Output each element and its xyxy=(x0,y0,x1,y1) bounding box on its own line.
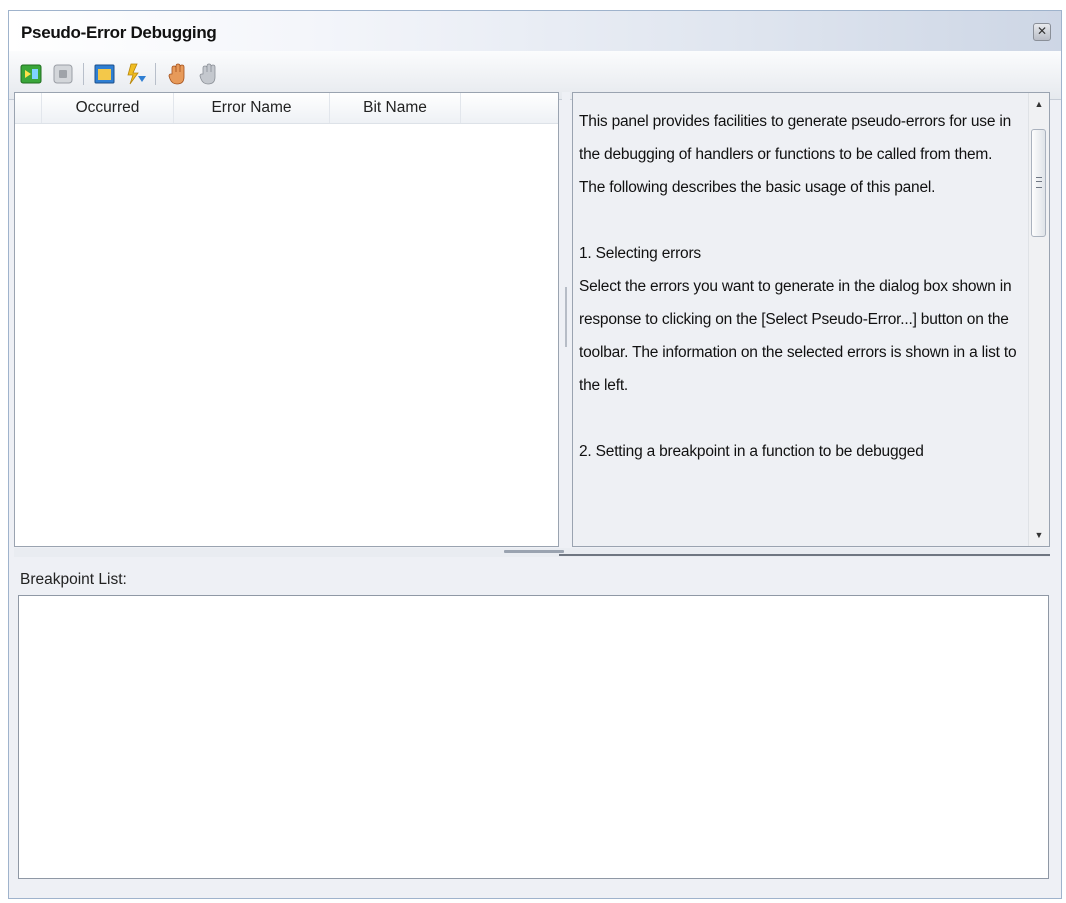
close-button[interactable]: ✕ xyxy=(1033,23,1051,41)
help-blank-line xyxy=(579,204,1025,237)
toolbar-separator-2 xyxy=(155,63,156,85)
scroll-down-icon[interactable]: ▼ xyxy=(1029,526,1049,544)
column-error-name[interactable]: Error Name xyxy=(174,93,330,123)
hand-stop-icon xyxy=(168,63,185,85)
column-error-name-label: Error Name xyxy=(211,99,292,116)
scroll-grip-icon xyxy=(1036,177,1042,188)
generate-error-button[interactable] xyxy=(124,62,148,86)
hand-release-button[interactable] xyxy=(197,62,221,86)
splitter-grip xyxy=(565,287,567,347)
help-paragraph: The following describes the basic usage … xyxy=(579,179,936,196)
toolbar-separator xyxy=(83,63,84,85)
help-text-pane[interactable]: This panel provides facilities to genera… xyxy=(572,92,1050,547)
help-scrollbar[interactable]: ▲ ▼ xyxy=(1028,93,1049,546)
stop-button[interactable] xyxy=(51,62,75,86)
hand-release-icon xyxy=(199,63,216,85)
scroll-thumb[interactable] xyxy=(1031,129,1046,237)
panel-title: Pseudo-Error Debugging xyxy=(21,23,217,42)
help-paragraph: 2. Setting a breakpoint in a function to… xyxy=(579,443,924,460)
row-indicator-column xyxy=(15,93,42,123)
horizontal-splitter[interactable] xyxy=(14,548,1050,557)
help-paragraph: Select the errors you want to generate i… xyxy=(579,278,1017,394)
title-bar: Pseudo-Error Debugging ✕ xyxy=(9,11,1061,51)
stop-icon xyxy=(53,64,73,84)
select-pseudo-error-icon xyxy=(94,64,115,84)
breakpoint-list-label: Breakpoint List: xyxy=(20,571,127,588)
select-pseudo-error-button[interactable] xyxy=(93,62,117,86)
error-list[interactable]: Occurred Error Name Bit Name xyxy=(14,92,559,547)
start-debugging-button[interactable] xyxy=(19,62,43,86)
breakpoint-list[interactable] xyxy=(18,595,1049,879)
column-occurred-label: Occurred xyxy=(75,99,140,116)
help-paragraph: 1. Selecting errors xyxy=(579,245,701,262)
help-paragraph: This panel provides facilities to genera… xyxy=(579,113,1012,163)
vertical-splitter[interactable] xyxy=(562,92,570,547)
scroll-up-icon[interactable]: ▲ xyxy=(1029,95,1049,113)
column-bit-name[interactable]: Bit Name xyxy=(330,93,461,123)
splitter-line xyxy=(559,554,1050,556)
column-occurred[interactable]: Occurred xyxy=(42,93,174,123)
error-list-header: Occurred Error Name Bit Name xyxy=(15,93,558,124)
help-blank-line xyxy=(579,402,1025,435)
help-text: This panel provides facilities to genera… xyxy=(579,105,1025,468)
column-bit-name-label: Bit Name xyxy=(363,99,427,116)
hand-stop-button[interactable] xyxy=(166,62,190,86)
generate-error-icon xyxy=(127,63,146,85)
start-debugging-icon xyxy=(20,64,42,84)
splitter-grip xyxy=(504,550,564,553)
close-icon: ✕ xyxy=(1036,24,1048,38)
